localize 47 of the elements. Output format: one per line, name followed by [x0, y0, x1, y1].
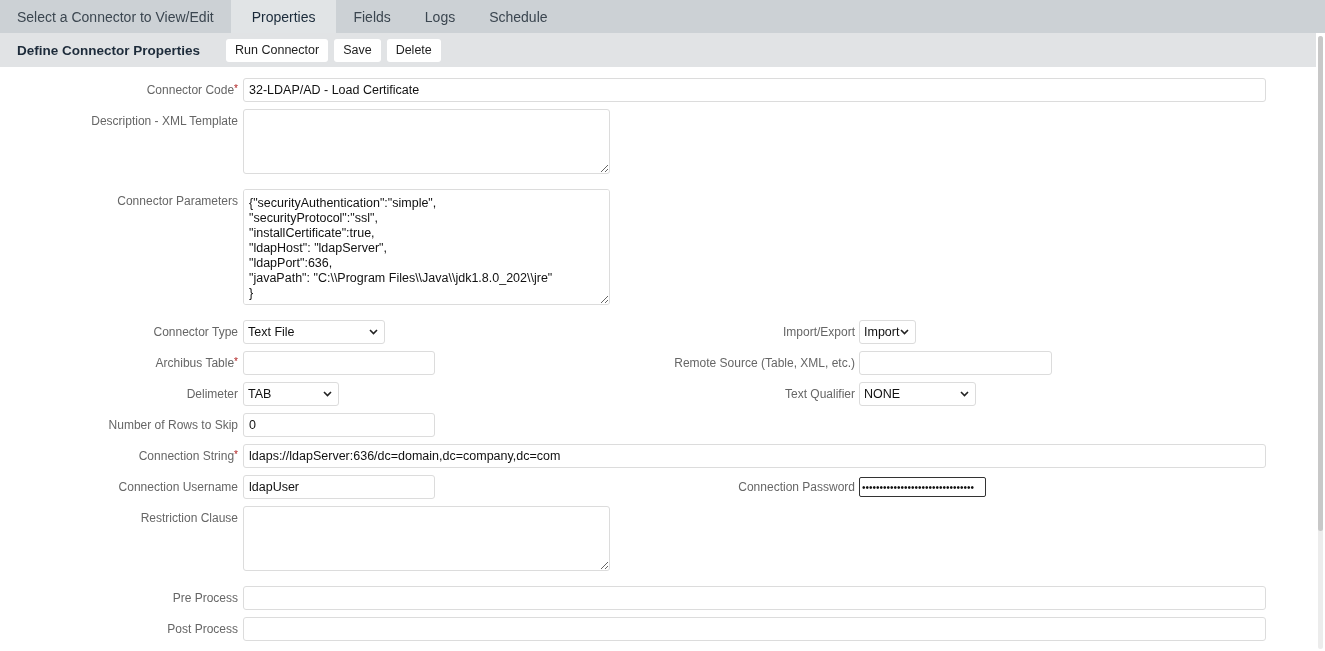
field-label: Number of Rows to Skip	[107, 417, 239, 432]
field-label: Import/Export	[781, 324, 856, 339]
field-label: Remote Source (Table, XML, etc.)	[673, 355, 856, 370]
text-area[interactable]	[243, 109, 610, 174]
input-field[interactable]: ldaps://ldapServer:636/dc=domain,dc=company,dc=com	[243, 444, 1266, 468]
chevron-down-icon	[960, 391, 969, 397]
dropdown[interactable]: TAB	[243, 382, 339, 406]
panel-title: Define Connector Properties	[17, 42, 201, 58]
field-label: Connection String*	[137, 448, 239, 463]
field-label: Connection Username	[117, 479, 239, 494]
input-field[interactable]	[243, 617, 1266, 641]
tab[interactable]: Schedule	[472, 0, 565, 33]
dropdown[interactable]: Text File	[243, 320, 385, 344]
field-label: Restriction Clause	[139, 510, 239, 525]
tab[interactable]: Logs	[407, 0, 473, 33]
field-label: Connector Code*	[145, 82, 239, 97]
toolbar-button[interactable]: Save	[334, 38, 381, 62]
chevron-down-icon	[323, 391, 332, 397]
field-label: Pre Process	[171, 590, 239, 605]
input-field[interactable]: ldapUser	[243, 475, 435, 499]
text-area[interactable]: {"securityAuthentication":"simple", "securityProtocol":"ssl", "installCertificate":true, "ldapHost": "ldapServer", "ldapPort":636, "javaPath": "C:\\Program Files\\Java\\jdk1.8.0_202\\jre" }	[243, 189, 610, 305]
dropdown[interactable]: Import	[859, 320, 916, 344]
input-field[interactable]	[859, 351, 1052, 375]
field-label: Delimeter	[185, 386, 239, 401]
chevron-down-icon	[369, 329, 378, 335]
tab[interactable]: Properties	[230, 0, 337, 33]
field-label: Text Qualifier	[783, 386, 856, 401]
field-label: Archibus Table*	[154, 355, 239, 370]
input-field[interactable]	[243, 586, 1266, 610]
toolbar-button[interactable]: Delete	[386, 38, 441, 62]
dropdown[interactable]: NONE	[859, 382, 976, 406]
tab[interactable]: Fields	[336, 0, 408, 33]
tab[interactable]: Select a Connector to View/Edit	[0, 0, 231, 33]
chevron-down-icon	[900, 329, 909, 335]
scrollbar-thumb[interactable]	[1318, 36, 1323, 531]
scrollbar[interactable]	[1318, 36, 1323, 649]
field-label: Description - XML Template	[90, 113, 239, 128]
field-label: Connector Type	[152, 324, 239, 339]
toolbar-button[interactable]: Run Connector	[226, 38, 329, 62]
field-label: Connection Password	[737, 479, 856, 494]
input-field[interactable]: 0	[243, 413, 435, 437]
input-field[interactable]	[243, 351, 435, 375]
input-field[interactable]: 32-LDAP/AD - Load Certificate	[243, 78, 1266, 102]
text-area[interactable]	[243, 506, 610, 571]
password-field[interactable]: ••••••••••••••••••••••••••••••••	[859, 477, 986, 497]
field-label: Post Process	[166, 621, 239, 636]
field-label: Connector Parameters	[116, 193, 239, 208]
